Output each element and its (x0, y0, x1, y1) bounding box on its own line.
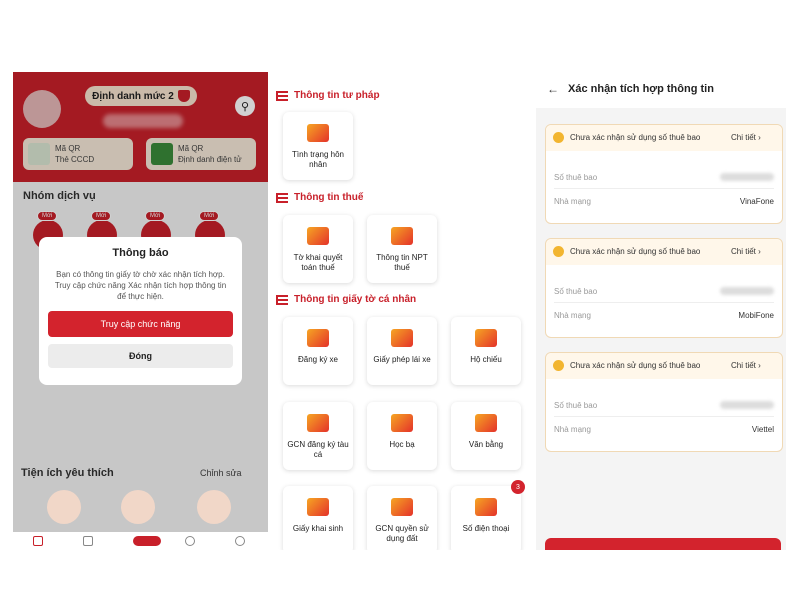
tile-vehicle-registration[interactable]: Đăng ký xe (283, 317, 353, 385)
category-tax: Thông tin thuế (276, 192, 363, 203)
dialog-message: Bạn có thông tin giấy tờ chờ xác nhận tí… (54, 270, 227, 301)
document-icon (391, 329, 413, 347)
tile-passport[interactable]: Hộ chiếu (451, 317, 521, 385)
list-icon (276, 294, 288, 305)
favorite-item-2[interactable] (121, 490, 155, 524)
notification-icon[interactable] (185, 536, 195, 546)
tile-land-use-certificate[interactable]: GCN quyền sử dụng đất (367, 486, 437, 550)
phone-number-blurred (720, 173, 774, 181)
documents-icon[interactable] (83, 536, 93, 546)
tile-diploma[interactable]: Văn bằng (451, 402, 521, 470)
list-icon (276, 192, 288, 203)
divider (554, 188, 774, 189)
tile-label: Văn bằng (468, 440, 504, 449)
number-label: Số thuê bao (554, 173, 598, 182)
tile-fishing-vessel-certificate[interactable]: GCN đăng ký tàu cá (283, 402, 353, 470)
carrier-label: Nhà mạng (554, 425, 591, 434)
home-icon[interactable] (33, 536, 43, 546)
document-icon (307, 227, 329, 245)
back-arrow-icon[interactable]: ← (547, 82, 559, 96)
screen-title: Xác nhận tích hợp thông tin (568, 83, 714, 95)
count-badge: 3 (511, 480, 525, 494)
access-function-button[interactable]: Truy cập chức năng (48, 311, 233, 337)
documents-panel: Thông tin tư pháp Tình trạng hôn nhân Th… (268, 72, 536, 550)
detail-label: Chi tiết (731, 133, 756, 142)
subscriber-card-vinafone[interactable]: Chưa xác nhận sử dụng số thuê bao Chi ti… (545, 124, 783, 224)
category-title: Thông tin tư pháp (294, 90, 380, 101)
carrier-value: MobiFone (738, 311, 774, 320)
screen-header: ← Xác nhận tích hợp thông tin (536, 72, 786, 108)
tile-label: Tình trạng hôn nhân (291, 150, 345, 169)
document-icon (307, 414, 329, 432)
detail-link[interactable]: Chi tiết › (731, 361, 761, 370)
tile-label: Số điện thoại (462, 524, 510, 533)
tile-label: GCN đăng ký tàu cá (287, 440, 349, 459)
tile-label: Hộ chiếu (470, 355, 502, 364)
divider (554, 302, 774, 303)
tile-dependent-tax[interactable]: Thông tin NPT thuế (367, 215, 437, 283)
detail-label: Chi tiết (731, 247, 756, 256)
tile-birth-certificate[interactable]: Giấy khai sinh (283, 486, 353, 550)
tile-label: Đăng ký xe (297, 355, 339, 364)
category-judicial: Thông tin tư pháp (276, 90, 380, 101)
tile-label: Thông tin NPT thuế (376, 253, 428, 272)
document-icon (391, 227, 413, 245)
favorite-item-3[interactable] (197, 490, 231, 524)
document-icon (391, 414, 413, 432)
divider (554, 416, 774, 417)
tile-tax-return[interactable]: Tờ khai quyết toán thuế (283, 215, 353, 283)
card-status-text: Chưa xác nhận sử dụng số thuê bao (570, 361, 701, 370)
tile-label: Giấy khai sinh (292, 524, 344, 533)
tile-label: GCN quyền sử dụng đất (375, 524, 429, 543)
number-label: Số thuê bao (554, 287, 598, 296)
phone-number-blurred (720, 287, 774, 295)
warning-icon (553, 246, 564, 257)
document-icon (307, 498, 329, 516)
carrier-value: Viettel (751, 425, 774, 434)
integration-confirm-panel: ← Xác nhận tích hợp thông tin Chưa xác n… (536, 72, 786, 550)
document-icon (307, 329, 329, 347)
tile-phone-number[interactable]: Số điện thoại 3 (451, 480, 525, 550)
phone-number-blurred (720, 401, 774, 409)
list-icon (276, 90, 288, 101)
category-title: Thông tin giấy tờ cá nhân (294, 294, 417, 305)
category-personal-documents: Thông tin giấy tờ cá nhân (276, 294, 416, 305)
confirm-all-button[interactable] (545, 538, 781, 550)
subscriber-card-viettel[interactable]: Chưa xác nhận sử dụng số thuê bao Chi ti… (545, 352, 783, 452)
tile-label: Tờ khai quyết toán thuế (293, 253, 343, 272)
card-status-text: Chưa xác nhận sử dụng số thuê bao (570, 133, 701, 142)
close-button[interactable]: Đóng (48, 344, 233, 368)
warning-icon (553, 132, 564, 143)
tile-label: Học bạ (389, 440, 415, 449)
bottom-nav (13, 532, 268, 550)
number-label: Số thuê bao (554, 401, 598, 410)
home-screen-panel: Định danh mức 2 ⚲ Mã QR Thẻ CCCD Mã QR Đ… (13, 72, 268, 550)
document-icon (475, 329, 497, 347)
tile-label: Giấy phép lái xe (373, 355, 431, 364)
document-icon (307, 124, 329, 142)
tile-driving-license[interactable]: Giấy phép lái xe (367, 317, 437, 385)
document-icon (475, 414, 497, 432)
notification-dialog: Thông báo Bạn có thông tin giấy tờ chờ x… (39, 237, 242, 385)
tile-marital-status[interactable]: Tình trạng hôn nhân (283, 112, 353, 180)
subscriber-card-mobifone[interactable]: Chưa xác nhận sử dụng số thuê bao Chi ti… (545, 238, 783, 338)
document-icon (475, 498, 497, 516)
detail-link[interactable]: Chi tiết › (731, 247, 761, 256)
category-title: Thông tin thuế (294, 192, 364, 203)
qr-scan-icon[interactable] (133, 536, 161, 546)
carrier-value: VinaFone (739, 197, 774, 206)
detail-label: Chi tiết (731, 361, 756, 370)
detail-link[interactable]: Chi tiết › (731, 133, 761, 142)
dialog-title: Thông báo (112, 247, 169, 259)
carrier-label: Nhà mạng (554, 311, 591, 320)
tile-transcript[interactable]: Học bạ (367, 402, 437, 470)
card-status-text: Chưa xác nhận sử dụng số thuê bao (570, 247, 701, 256)
document-icon (391, 498, 413, 516)
warning-icon (553, 360, 564, 371)
favorite-item-1[interactable] (47, 490, 81, 524)
carrier-label: Nhà mạng (554, 197, 591, 206)
settings-icon[interactable] (235, 536, 245, 546)
